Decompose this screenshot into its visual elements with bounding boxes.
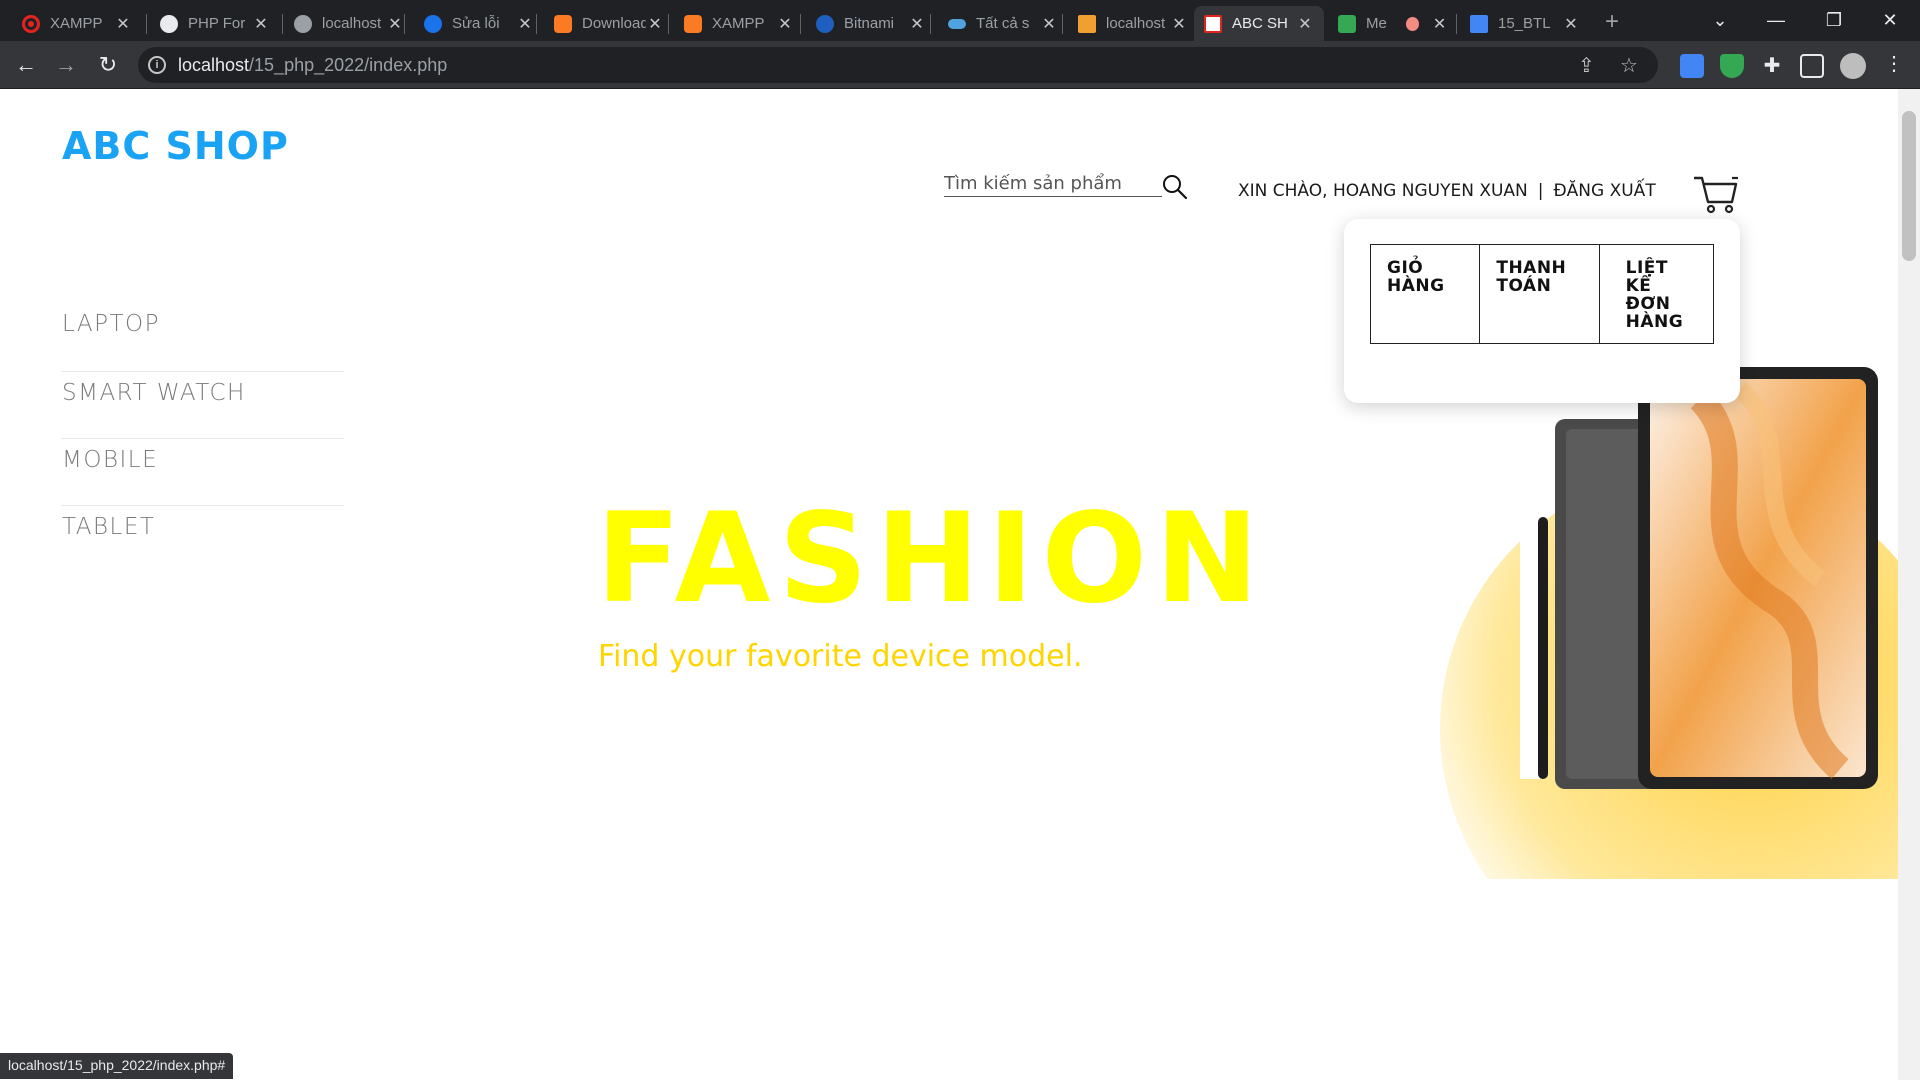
profile-avatar[interactable]: [1840, 53, 1866, 79]
back-button[interactable]: ←: [10, 49, 42, 81]
close-icon[interactable]: ✕: [252, 14, 270, 34]
close-icon[interactable]: ✕: [386, 14, 404, 34]
search-input[interactable]: [944, 173, 1144, 196]
browser-tab[interactable]: Bitnami ✕: [806, 6, 936, 41]
browser-toolbar: ← → ↻ i localhost/15_php_2022/index.php …: [0, 41, 1920, 89]
recording-icon: [1406, 16, 1420, 31]
browser-tabstrip: XAMPP ✕ PHP For ✕ localhost ✕ Sửa lỗi ✕ …: [0, 0, 1920, 41]
cart-icon[interactable]: [1692, 174, 1740, 214]
cart-menu-label: LIỆT KÊ ĐƠN HÀNG: [1625, 258, 1684, 332]
restore-button[interactable]: ❐: [1814, 6, 1854, 34]
user-greeting-bar: XIN CHÀO, HOANG NGUYEN XUAN | ĐĂNG XUẤT: [1238, 181, 1656, 201]
tab-title: 15_BTL: [1498, 15, 1551, 32]
tab-title: localhost: [322, 15, 382, 32]
greeting-text: XIN CHÀO, HOANG NGUYEN XUAN: [1238, 181, 1528, 201]
greeting-separator: |: [1537, 181, 1544, 201]
browser-tab[interactable]: Sửa lỗi ✕: [414, 6, 544, 41]
tab-title: Download: [582, 15, 646, 32]
side-panel-icon[interactable]: [1800, 54, 1824, 78]
close-icon[interactable]: ✕: [1296, 14, 1314, 34]
tab-search-icon[interactable]: ⌄: [1700, 6, 1740, 34]
browser-tab[interactable]: Me ✕: [1328, 6, 1458, 41]
category-nav: LAPTOP SMART WATCH MOBILE TABLET: [62, 311, 344, 573]
opera-icon: [22, 14, 40, 33]
phpmyadmin-icon: [1078, 14, 1096, 33]
close-icon[interactable]: ✕: [646, 14, 664, 34]
tab-title: PHP For: [188, 15, 246, 32]
menu-kebab-icon[interactable]: ⋮: [1884, 51, 1904, 76]
hero-subtitle: Find your favorite device model.: [598, 639, 1083, 674]
browser-tab[interactable]: XAMPP ✕: [674, 6, 804, 41]
search-box: [944, 173, 1162, 197]
close-icon[interactable]: ✕: [1170, 14, 1188, 34]
browser-tab[interactable]: XAMPP ✕: [12, 6, 142, 41]
close-icon[interactable]: ✕: [516, 14, 534, 34]
scrollbar-thumb[interactable]: [1902, 111, 1916, 261]
minimize-button[interactable]: —: [1756, 6, 1796, 34]
close-icon[interactable]: ✕: [1040, 14, 1058, 34]
new-tab-button[interactable]: +: [1598, 8, 1626, 36]
browser-tab[interactable]: localhost ✕: [284, 6, 414, 41]
forward-button[interactable]: →: [50, 49, 82, 81]
page-scrollbar[interactable]: [1898, 89, 1920, 1080]
tab-title: localhost: [1106, 15, 1166, 32]
nav-item-smart-watch[interactable]: SMART WATCH: [62, 372, 344, 439]
reload-button[interactable]: ↻: [92, 49, 124, 81]
close-icon[interactable]: ✕: [1431, 14, 1448, 34]
extensions-puzzle-icon[interactable]: ✚: [1760, 54, 1784, 78]
site-info-icon[interactable]: i: [148, 56, 166, 74]
bookmark-star-icon[interactable]: ☆: [1620, 53, 1638, 78]
cart-dropdown: GIỎ HÀNG THANH TOÁN LIỆT KÊ ĐƠN HÀNG: [1344, 219, 1740, 403]
tab-title: Tất cả s: [976, 15, 1030, 32]
translate-extension-icon[interactable]: [1680, 54, 1704, 78]
close-icon[interactable]: ✕: [1562, 14, 1580, 34]
cart-menu-table: GIỎ HÀNG THANH TOÁN LIỆT KÊ ĐƠN HÀNG: [1370, 244, 1714, 344]
browser-tab[interactable]: 15_BTL ✕: [1460, 6, 1590, 41]
browser-tab[interactable]: PHP For ✕: [150, 6, 280, 41]
bitnami-icon: [816, 14, 834, 33]
address-bar[interactable]: i localhost/15_php_2022/index.php ⇪ ☆: [138, 47, 1658, 83]
window-close-button[interactable]: ✕: [1870, 6, 1910, 34]
cart-menu-label: THANH TOÁN: [1496, 258, 1567, 296]
share-icon[interactable]: ⇪: [1578, 53, 1595, 78]
xampp-icon: [554, 14, 572, 33]
meet-icon: [1338, 14, 1356, 33]
nav-item-tablet[interactable]: TABLET: [62, 506, 344, 573]
search-icon[interactable]: [1162, 174, 1188, 200]
nav-item-laptop[interactable]: LAPTOP: [62, 311, 344, 372]
close-icon[interactable]: ✕: [114, 14, 132, 34]
cart-menu-gio-hang[interactable]: GIỎ HÀNG: [1371, 245, 1481, 343]
site-logo[interactable]: ABC SHOP: [62, 124, 289, 168]
cart-menu-label: GIỎ HÀNG: [1387, 258, 1445, 296]
tab-title: Bitnami: [844, 15, 895, 32]
close-icon[interactable]: ✕: [908, 14, 926, 34]
globe-icon: [294, 14, 312, 33]
browser-tab[interactable]: localhost ✕: [1068, 6, 1198, 41]
tab-title: XAMPP: [50, 15, 103, 32]
nav-item-mobile[interactable]: MOBILE: [62, 439, 344, 506]
browser-tab[interactable]: Tất cả s ✕: [938, 6, 1068, 41]
abc-shop-icon: [1204, 14, 1222, 33]
docs-icon: [1470, 14, 1488, 33]
shield-extension-icon[interactable]: [1720, 54, 1744, 78]
browser-tab[interactable]: Download ✕: [544, 6, 674, 41]
tab-title: ABC SH: [1232, 15, 1288, 32]
logout-link[interactable]: ĐĂNG XUẤT: [1554, 181, 1656, 201]
close-icon[interactable]: ✕: [776, 14, 794, 34]
xampp-icon: [684, 14, 702, 33]
toggle-icon: [948, 18, 966, 29]
browser-tab-active[interactable]: ABC SH ✕: [1194, 6, 1324, 41]
web-page: ABC SHOP LAPTOP SMART WATCH MOBILE TABLE…: [0, 89, 1898, 1080]
status-bar-url: localhost/15_php_2022/index.php#: [0, 1053, 234, 1079]
tab-title: Me: [1366, 15, 1387, 32]
tab-title: Sửa lỗi: [452, 15, 500, 32]
tab-title: XAMPP: [712, 15, 765, 32]
edge-icon: [424, 14, 442, 33]
globe-icon: [160, 14, 178, 33]
url-text[interactable]: localhost/15_php_2022/index.php: [178, 55, 447, 76]
cart-menu-thanh-toan[interactable]: THANH TOÁN: [1480, 245, 1600, 343]
cart-menu-liet-ke-don-hang[interactable]: LIỆT KÊ ĐƠN HÀNG: [1600, 245, 1713, 343]
hero-title: FASHION: [596, 487, 1267, 631]
